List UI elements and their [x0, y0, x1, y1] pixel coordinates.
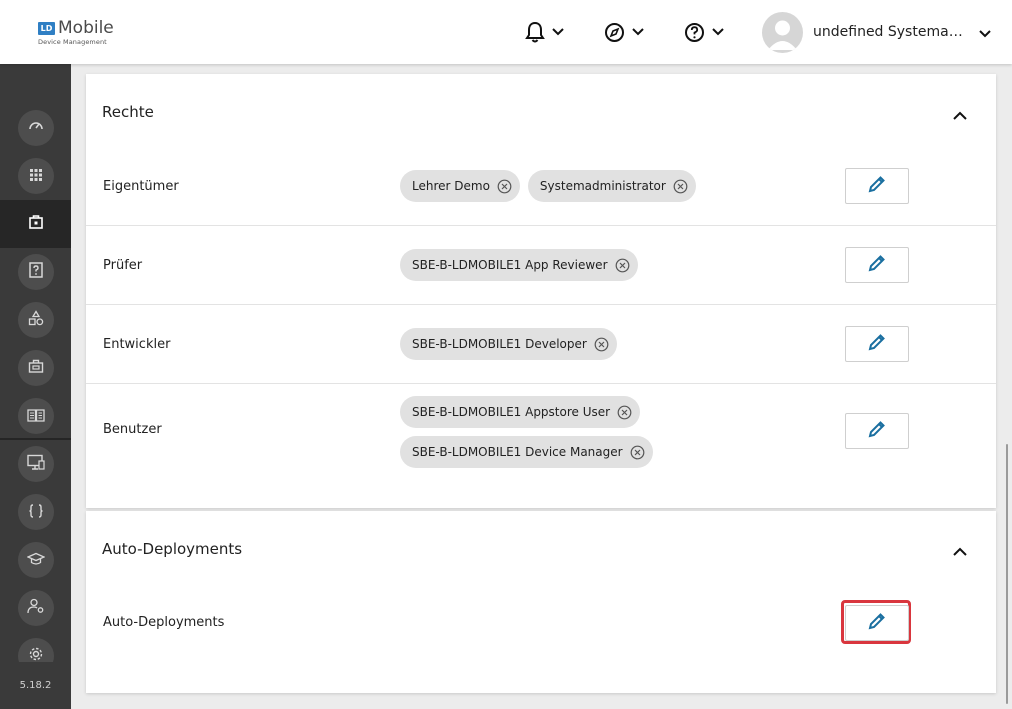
sidebar-item-apps[interactable] [0, 152, 71, 200]
row-label: Prüfer [103, 258, 143, 273]
chip: Lehrer Demo [400, 170, 520, 202]
chevron-up-icon [953, 105, 967, 124]
graduation-cap-icon [25, 551, 46, 570]
chevron-down-icon [979, 23, 991, 42]
rights-row-developer: Entwickler SBE-B-LDMOBILE1 Developer [86, 305, 996, 384]
chip: SBE-B-LDMOBILE1 Device Manager [400, 436, 653, 468]
gear-icon [28, 646, 44, 662]
remove-chip-icon[interactable] [617, 405, 632, 420]
avatar [762, 11, 803, 53]
section-title-rights: Rechte [102, 103, 154, 121]
edit-reviewer-button[interactable] [845, 247, 909, 283]
sidebar-item-dashboard[interactable] [0, 104, 71, 152]
sidebar-item-app-package[interactable] [0, 200, 71, 248]
sidebar-item-monitor[interactable] [0, 440, 71, 488]
pencil-icon [867, 332, 887, 356]
remove-chip-icon[interactable] [615, 258, 630, 273]
row-label: Entwickler [103, 337, 171, 352]
logo-subtitle: Device Management [38, 38, 107, 46]
row-label: Benutzer [103, 422, 162, 437]
shapes-icon [28, 310, 44, 330]
edit-owner-button[interactable] [845, 168, 909, 204]
help-menu[interactable] [684, 20, 724, 44]
sidebar-item-briefcase[interactable] [0, 344, 71, 392]
notifications-menu[interactable] [525, 20, 564, 44]
remove-chip-icon[interactable] [630, 445, 645, 460]
chip-list: Lehrer Demo Systemadministrator [400, 170, 696, 202]
chevron-down-icon [552, 28, 564, 36]
rights-row-owner: Eigentümer Lehrer Demo Systemadministrat… [86, 146, 996, 226]
chip: SBE-B-LDMOBILE1 Developer [400, 328, 617, 360]
chevron-down-icon [632, 28, 644, 36]
sidebar-item-help-box[interactable] [0, 248, 71, 296]
help-icon [684, 22, 705, 43]
chip: Systemadministrator [527, 170, 696, 202]
main-content: Rechte Eigentümer Lehrer Demo Systemadmi… [71, 64, 1012, 709]
remove-chip-icon[interactable] [497, 179, 512, 194]
sidebar-item-graduation[interactable] [0, 536, 71, 584]
row-label: Auto-Deployments [103, 615, 225, 630]
edit-developer-button[interactable] [845, 326, 909, 362]
chip-label: SBE-B-LDMOBILE1 App Reviewer [412, 258, 608, 272]
edit-user-button[interactable] [845, 413, 909, 449]
chip-label: Systemadministrator [539, 179, 666, 193]
sidebar-item-settings[interactable] [0, 632, 71, 662]
pencil-icon [867, 253, 887, 277]
app-logo[interactable]: LD Mobile Device Management [38, 20, 114, 46]
bell-icon [525, 21, 545, 43]
briefcase-icon [28, 358, 44, 378]
sidebar-item-braces[interactable] [0, 488, 71, 536]
user-name: undefined Systemadministrator [813, 24, 971, 40]
chip-label: SBE-B-LDMOBILE1 Appstore User [412, 405, 611, 419]
chip-list: SBE-B-LDMOBILE1 Appstore User SBE-B-LDMO… [400, 396, 653, 468]
section-title-auto-deployments: Auto-Deployments [102, 540, 243, 558]
chevron-up-icon [953, 541, 967, 560]
help-box-icon [28, 262, 43, 282]
collapse-auto-deployments-button[interactable] [948, 538, 972, 562]
chip-label: SBE-B-LDMOBILE1 Developer [412, 337, 587, 351]
remove-chip-icon[interactable] [594, 337, 609, 352]
dashboard-icon [28, 118, 44, 138]
sidebar-item-user-settings[interactable] [0, 584, 71, 632]
auto-deployments-card: Auto-Deployments Auto-Deployments [86, 511, 996, 693]
logo-title: Mobile [58, 18, 114, 38]
user-settings-icon [26, 598, 45, 618]
scrollbar[interactable] [1006, 444, 1008, 704]
pencil-icon [867, 419, 887, 443]
apps-grid-icon [29, 167, 43, 186]
chip-label: SBE-B-LDMOBILE1 Device Manager [412, 445, 623, 459]
chip-label: Lehrer Demo [412, 179, 490, 193]
chip: SBE-B-LDMOBILE1 App Reviewer [400, 249, 638, 281]
app-package-icon [28, 214, 44, 234]
chip-list: SBE-B-LDMOBILE1 Developer [400, 328, 617, 360]
sidebar-item-shapes[interactable] [0, 296, 71, 344]
pencil-icon [867, 174, 887, 198]
rights-card: Rechte Eigentümer Lehrer Demo Systemadmi… [86, 74, 996, 508]
user-menu[interactable]: undefined Systemadministrator [762, 11, 991, 53]
braces-icon [28, 503, 44, 522]
chip: SBE-B-LDMOBILE1 Appstore User [400, 396, 641, 428]
pencil-icon [867, 611, 887, 635]
compass-icon [604, 22, 625, 43]
top-header: LD Mobile Device Management undefined Sy… [0, 0, 1012, 64]
rights-row-user: Benutzer SBE-B-LDMOBILE1 Appstore User S… [86, 384, 996, 508]
sidebar: 5.18.2 [0, 64, 71, 709]
chip-list: SBE-B-LDMOBILE1 App Reviewer [400, 249, 638, 281]
book-icon [26, 407, 45, 426]
chevron-down-icon [712, 28, 724, 36]
monitor-icon [26, 454, 45, 474]
compass-menu[interactable] [604, 20, 644, 44]
rights-row-reviewer: Prüfer SBE-B-LDMOBILE1 App Reviewer [86, 226, 996, 305]
collapse-rights-button[interactable] [948, 102, 972, 126]
logo-badge: LD [38, 22, 55, 35]
app-version: 5.18.2 [19, 680, 52, 691]
remove-chip-icon[interactable] [673, 179, 688, 194]
sidebar-item-book[interactable] [0, 392, 71, 440]
row-label: Eigentümer [103, 179, 179, 194]
edit-auto-deployments-button[interactable] [845, 605, 909, 641]
